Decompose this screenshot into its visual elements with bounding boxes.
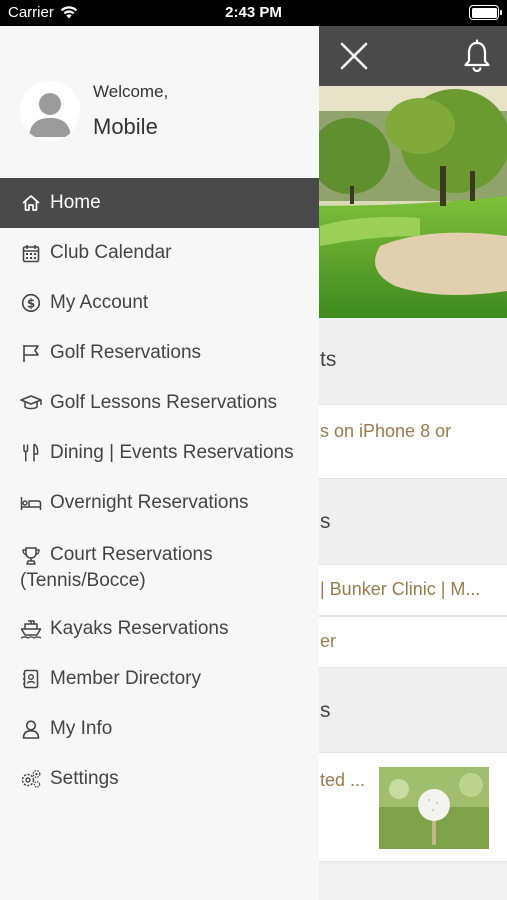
status-time: 2:43 PM bbox=[225, 4, 282, 21]
menu-item-dining-events-reservations[interactable]: Dining | Events Reservations bbox=[0, 428, 319, 478]
menu-item-golf-lessons-reservations[interactable]: Golf Lessons Reservations bbox=[0, 378, 319, 428]
drawer-menu: Home Club Calendar $ My Account Golf Res… bbox=[0, 178, 319, 804]
home-icon bbox=[20, 192, 42, 214]
status-bar: Carrier 2:43 PM bbox=[0, 0, 507, 26]
golf-ball-thumbnail bbox=[379, 767, 489, 849]
battery-icon bbox=[469, 5, 502, 20]
boat-icon bbox=[20, 618, 42, 640]
navigation-drawer: Welcome, Mobile Home Club Calendar $ My … bbox=[0, 26, 319, 900]
menu-item-court-reservations[interactable]: Court Reservations (Tennis/Bocce) bbox=[0, 528, 319, 604]
graduation-cap-icon bbox=[20, 392, 42, 414]
menu-item-club-calendar[interactable]: Club Calendar bbox=[0, 228, 319, 278]
flag-icon bbox=[20, 342, 42, 364]
menu-item-home[interactable]: Home bbox=[0, 178, 319, 228]
close-icon[interactable] bbox=[338, 40, 370, 72]
username-label: Mobile bbox=[93, 114, 158, 139]
gear-icon bbox=[20, 768, 42, 790]
profile-header: Welcome, Mobile bbox=[0, 26, 319, 178]
utensils-icon bbox=[20, 442, 42, 464]
menu-item-kayaks-reservations[interactable]: Kayaks Reservations bbox=[0, 604, 319, 654]
calendar-icon bbox=[20, 242, 42, 264]
battery-fill bbox=[471, 7, 497, 18]
menu-item-member-directory[interactable]: Member Directory bbox=[0, 654, 319, 704]
menu-item-my-account[interactable]: $ My Account bbox=[0, 278, 319, 328]
welcome-label: Welcome, bbox=[93, 82, 169, 101]
menu-item-settings[interactable]: Settings bbox=[0, 754, 319, 804]
menu-item-my-info[interactable]: My Info bbox=[0, 704, 319, 754]
menu-item-golf-reservations[interactable]: Golf Reservations bbox=[0, 328, 319, 378]
bell-icon[interactable] bbox=[462, 39, 492, 73]
avatar-icon[interactable] bbox=[20, 81, 80, 141]
dollar-icon: $ bbox=[20, 292, 42, 314]
contact-book-icon bbox=[20, 668, 42, 690]
user-icon bbox=[20, 718, 42, 740]
svg-text:$: $ bbox=[27, 296, 35, 310]
menu-item-overnight-reservations[interactable]: Overnight Reservations bbox=[0, 478, 319, 528]
bed-icon bbox=[20, 492, 42, 514]
